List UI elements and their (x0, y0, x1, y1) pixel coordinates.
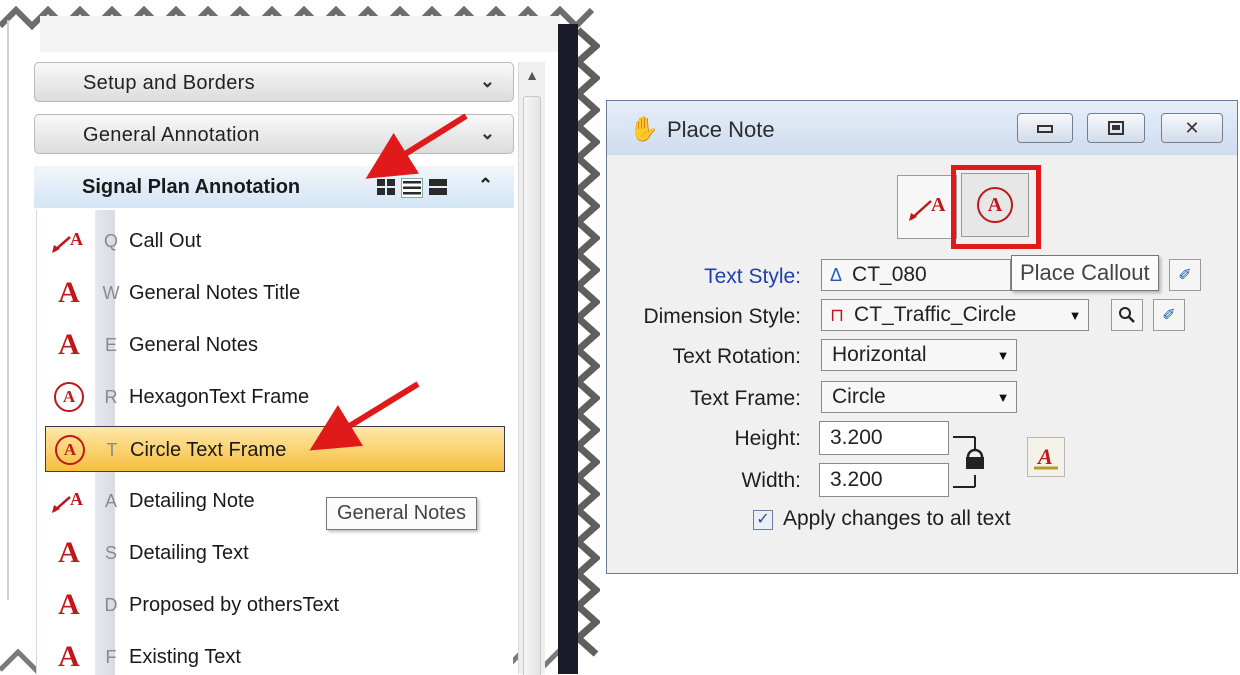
text-style-value: CT_080 (852, 263, 927, 286)
title-bar: ✋ Place Note ✕ (607, 101, 1237, 155)
width-input[interactable]: 3.200 (819, 463, 949, 497)
text-style-label[interactable]: Text Style: (704, 265, 801, 289)
place-note-mode-button[interactable]: A (897, 175, 957, 239)
dropdown-arrow-icon: ▼ (996, 347, 1010, 363)
text-frame-value: Circle (832, 385, 886, 408)
magnifier-icon (1119, 307, 1135, 323)
dimension-style-value: CT_Traffic_Circle (854, 303, 1017, 326)
height-input[interactable]: 3.200 (819, 421, 949, 455)
annotation-arrows (309, 113, 468, 451)
place-note-dialog: ✋ Place Note ✕ A A Text Style: Δ CT_080 … (606, 100, 1238, 574)
dimension-style-search-button[interactable] (1111, 299, 1143, 331)
tooltip-general-notes: General Notes (326, 497, 477, 530)
text-attributes-button[interactable]: A (1027, 437, 1065, 477)
svg-text:A: A (931, 194, 946, 216)
minimize-icon (1037, 125, 1053, 133)
text-rotation-label: Text Rotation: (672, 345, 801, 368)
dimension-style-dropdown[interactable]: ⊓ CT_Traffic_Circle ▼ (821, 299, 1089, 331)
hand-tool-icon: ✋ (629, 116, 659, 143)
dimension-style-edit-button[interactable]: ✐ (1153, 299, 1185, 331)
text-style-dropdown[interactable]: Δ CT_080 (821, 259, 1011, 291)
annotation-tool-panel: Setup and Borders ⌄ General Annotation ⌄… (0, 0, 600, 675)
close-icon: ✕ (1184, 117, 1200, 138)
text-frame-label: Text Frame: (690, 387, 801, 410)
apply-changes-label: Apply changes to all text (783, 507, 1011, 530)
text-style-edit-button[interactable]: ✐ (1169, 259, 1201, 291)
callout-icon: A (909, 194, 946, 221)
apply-changes-checkbox[interactable]: ✓ (753, 510, 773, 530)
minimize-button[interactable] (1017, 113, 1073, 143)
maximize-icon (1108, 121, 1124, 135)
dialog-title: Place Note (667, 117, 775, 142)
highlight-box (951, 165, 1041, 249)
text-attribute-icon: A (1034, 444, 1058, 470)
dimension-style-icon: ⊓ (830, 304, 845, 325)
arrow-to-circle-text-frame (309, 381, 420, 451)
maximize-button[interactable] (1087, 113, 1145, 143)
lock-aspect-icon[interactable] (951, 431, 987, 493)
text-frame-dropdown[interactable]: Circle ▼ (821, 381, 1017, 413)
text-style-icon: Δ (830, 264, 843, 285)
dropdown-arrow-icon: ▼ (996, 389, 1010, 405)
text-rotation-value: Horizontal (832, 343, 927, 366)
svg-text:A: A (1036, 444, 1053, 469)
height-label: Height: (734, 427, 801, 450)
tooltip-place-callout: Place Callout (1011, 255, 1159, 291)
dimension-style-label: Dimension Style: (643, 305, 801, 328)
close-button[interactable]: ✕ (1161, 113, 1223, 143)
text-rotation-dropdown[interactable]: Horizontal ▼ (821, 339, 1017, 371)
dropdown-arrow-icon: ▼ (1068, 307, 1082, 323)
arrow-to-section (365, 113, 468, 179)
width-label: Width: (741, 469, 801, 492)
